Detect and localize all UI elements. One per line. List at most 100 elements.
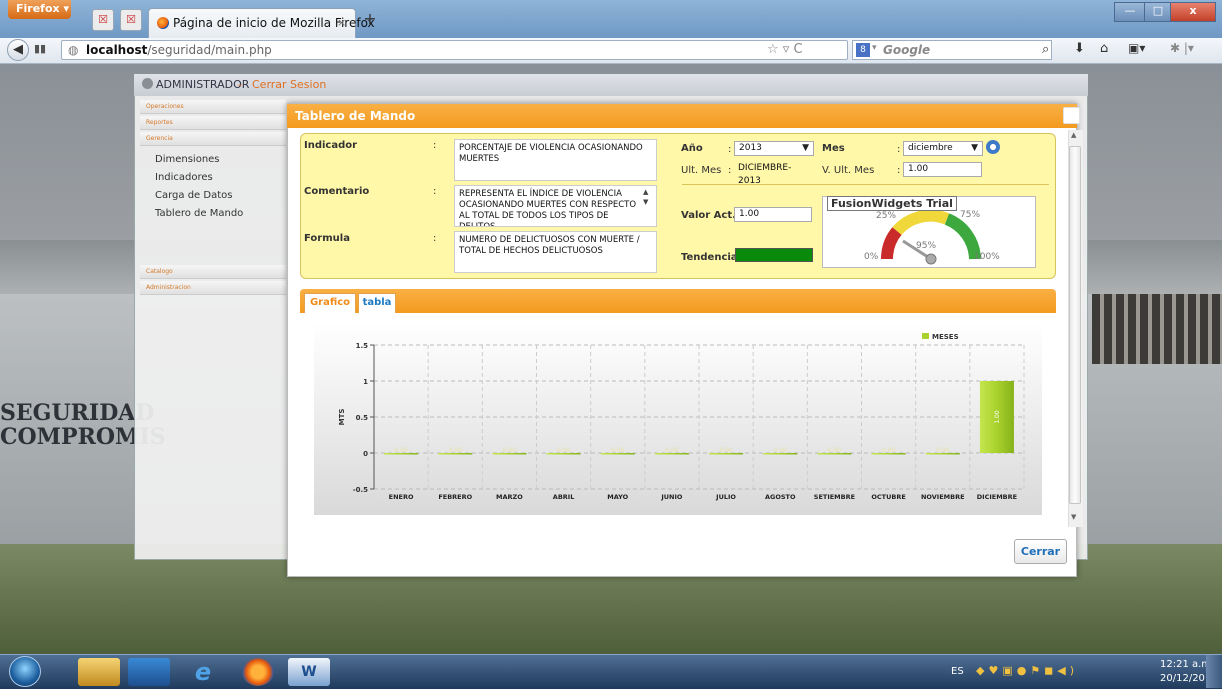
identity-icon[interactable]: ▮▮ (34, 42, 46, 55)
tab-active[interactable]: Página de inicio de Mozilla Firefox × (148, 8, 375, 38)
formula-textarea[interactable]: NUMERO DE DELICTUOSOS CON MUERTE / TOTAL… (454, 231, 657, 273)
addon-icon[interactable]: ✱ |▾ (1170, 41, 1194, 55)
pinned-tab-1[interactable]: ☒ (92, 9, 114, 31)
scroll-up-icon[interactable]: ▲ (1071, 131, 1076, 139)
minimize-button[interactable]: — (1114, 2, 1146, 22)
sidebar-section-reportes[interactable]: Reportes (140, 116, 286, 130)
ult-mes-value: DICIEMBRE-2013 (738, 163, 792, 186)
colon: : (728, 252, 732, 263)
mes-value: diciembre (908, 143, 953, 153)
pinned-tab-2[interactable]: ☒ (120, 9, 142, 31)
sidebar-section-administracion[interactable]: Administracion (140, 281, 286, 295)
ie-taskbar-icon[interactable]: e (182, 658, 224, 686)
mes-select[interactable]: diciembre ▼ (903, 141, 983, 156)
data-label: 0.00 (449, 447, 463, 454)
show-desktop-button[interactable] (1206, 655, 1222, 688)
gauge-label-25: 25% (876, 211, 897, 221)
sidebar-item-tablero[interactable]: Tablero de Mando (155, 208, 243, 219)
refresh-icon[interactable] (986, 140, 1000, 154)
data-label: 0.00 (394, 447, 408, 454)
logout-link[interactable]: Cerrar Sesion (252, 78, 326, 91)
bookmark-star-icon[interactable]: ☆ ▿ C (767, 42, 803, 57)
downloads-icon[interactable]: ⬇ (1074, 41, 1085, 56)
divider (682, 184, 1049, 185)
url-bar[interactable]: ◍ localhost/seguridad/main.php ☆ ▿ C (61, 40, 848, 60)
v-ult-mes-label: V. Ult. Mes (822, 165, 875, 176)
x-tick-label: DICIEMBRE (977, 493, 1017, 501)
url-text: localhost/seguridad/main.php (86, 43, 272, 57)
legend-label: MESES (932, 333, 959, 341)
modal-close-icon[interactable] (1063, 107, 1080, 124)
trend-indicator (735, 248, 813, 262)
y-tick-label: 1.5 (356, 342, 369, 350)
language-indicator[interactable]: ES (951, 666, 964, 677)
google-engine-icon[interactable]: 8 (856, 43, 870, 57)
x-tick-label: OCTUBRE (871, 493, 905, 501)
gauge-title: FusionWidgets Trial (827, 196, 957, 211)
new-tab-button[interactable]: + (360, 10, 380, 30)
sidebar-section-gerencia[interactable]: Gerencia (140, 132, 286, 146)
modal-titlebar: Tablero de Mando (287, 104, 1077, 128)
scroll-down-icon[interactable]: ▼ (1071, 513, 1076, 521)
tab-tabla[interactable]: tabla (358, 293, 396, 313)
firefox-menu-button[interactable]: Firefox ▾ (8, 0, 71, 19)
user-name: ADMINISTRADOR (156, 78, 250, 91)
start-button[interactable] (9, 656, 41, 687)
sidebar-section-catalogo[interactable]: Catalogo (140, 265, 286, 279)
sidebar-item-indicadores[interactable]: Indicadores (155, 172, 213, 183)
search-box[interactable]: 8 ▾ Google (852, 40, 1052, 60)
back-button[interactable]: ◀ (7, 39, 29, 61)
comentario-textarea[interactable]: REPRESENTA EL ÍNDICE DE VIOLENCIA OCASIO… (454, 185, 657, 227)
sidebar-section-operaciones[interactable]: Operaciones (140, 100, 286, 114)
x-tick-label: MARZO (496, 493, 523, 501)
sidebar-item-dimensiones[interactable]: Dimensiones (155, 154, 220, 165)
word-taskbar-icon[interactable]: W (288, 658, 330, 686)
modal-title: Tablero de Mando (295, 109, 416, 123)
close-window-button[interactable]: x (1170, 2, 1216, 22)
data-label: 0.00 (665, 447, 679, 454)
maximize-button[interactable]: □ (1144, 2, 1172, 22)
data-label: 0.00 (774, 447, 788, 454)
bookmarks-menu-icon[interactable]: ▣▾ (1128, 41, 1145, 55)
legend-swatch (922, 333, 929, 339)
firefox-menu-label: Firefox (16, 2, 60, 15)
explorer-taskbar-icon[interactable] (78, 658, 120, 686)
x-tick-label: ENERO (389, 493, 414, 501)
colon: : (897, 165, 901, 176)
media-player-taskbar-icon[interactable] (128, 658, 170, 686)
x-tick-label: ABRIL (553, 493, 575, 501)
close-button[interactable]: Cerrar (1014, 539, 1067, 564)
colon: : (897, 144, 901, 155)
data-label: 0.00 (936, 447, 950, 454)
x-tick-label: AGOSTO (765, 493, 796, 501)
anio-value: 2013 (739, 143, 762, 153)
colon: : (433, 233, 437, 244)
home-icon[interactable]: ⌂ (1100, 41, 1108, 56)
search-go-icon[interactable]: ⌕ (1042, 42, 1049, 57)
data-label: 0.00 (557, 447, 571, 454)
colon: : (728, 165, 732, 176)
engine-dropdown-icon[interactable]: ▾ (872, 43, 877, 53)
tab-grafico[interactable]: Grafico (304, 293, 356, 313)
gauge-label-95: 95% (916, 241, 937, 251)
gauge-label-100: 100% (974, 252, 1000, 262)
x-tick-label: MAYO (607, 493, 628, 501)
sidebar-item-carga-datos[interactable]: Carga de Datos (155, 190, 232, 201)
user-icon (142, 78, 153, 89)
gauge-pivot (925, 253, 937, 265)
comentario-scroll-arrows-icon[interactable]: ▲ ▼ (643, 187, 648, 207)
indicador-textarea[interactable]: PORCENTAJE DE VIOLENCIA OCASIONANDO MUER… (454, 139, 657, 181)
firefox-taskbar-icon[interactable] (242, 658, 274, 686)
chevron-down-icon: ▼ (802, 143, 809, 153)
x-tick-label: NOVIEMBRE (921, 493, 965, 501)
gauge-green-band (944, 213, 981, 260)
tab-close-icon[interactable]: × (337, 16, 346, 29)
anio-select[interactable]: 2013 ▼ (734, 141, 814, 156)
gauge-label-0: 0% (864, 252, 879, 262)
data-label: 0.00 (882, 447, 896, 454)
scrollbar-thumb[interactable] (1069, 146, 1081, 504)
valor-act-input[interactable]: 1.00 (734, 207, 812, 222)
colon: : (728, 144, 732, 155)
system-tray-icons[interactable]: ◆♥▣●⚑◼◀) (976, 664, 1078, 677)
v-ult-mes-input[interactable]: 1.00 (903, 162, 982, 177)
